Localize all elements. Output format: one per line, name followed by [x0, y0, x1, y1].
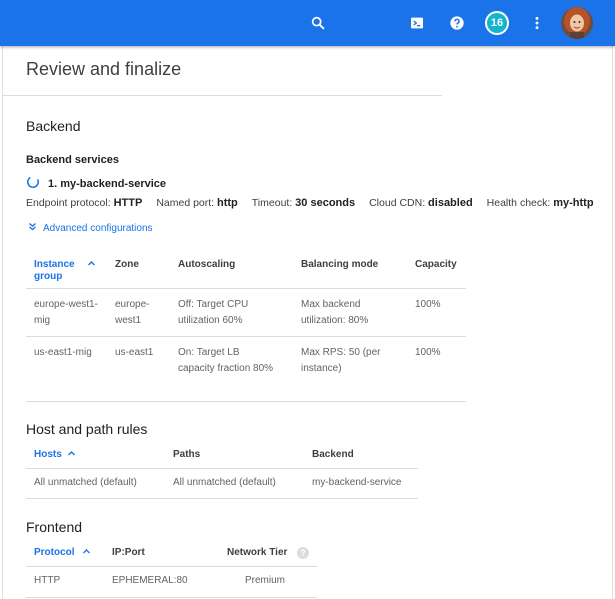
- advanced-configurations-label: Advanced configurations: [43, 222, 153, 234]
- sort-ascending-icon: [82, 547, 91, 559]
- column-header-autoscaling: Autoscaling: [178, 259, 236, 270]
- table-cell: Max RPS: 50 (per instance): [301, 347, 381, 374]
- host-path-rules-table: Hosts Paths Backend All unmatched (defau…: [26, 442, 418, 499]
- timeout-value: 30 seconds: [295, 197, 356, 209]
- column-header-paths: Paths: [173, 449, 201, 460]
- cloud-cdn: Cloud CDN: disabled: [369, 197, 473, 209]
- notifications-badge[interactable]: 16: [485, 11, 509, 35]
- named-port-value: http: [217, 197, 238, 209]
- table-cell: us-east1-mig: [34, 347, 92, 358]
- loading-spinner-icon: [26, 175, 40, 194]
- table-cell: 100%: [415, 299, 441, 310]
- sort-ascending-icon: [67, 449, 76, 461]
- backend-heading: Backend: [26, 118, 81, 134]
- question-mark-icon[interactable]: ?: [297, 547, 309, 559]
- panel-border-left: [2, 46, 3, 599]
- notification-count: 16: [487, 13, 507, 33]
- column-header-network-tier: Network Tier: [227, 547, 288, 558]
- help-icon[interactable]: [445, 11, 469, 35]
- double-chevron-down-icon: [28, 222, 43, 234]
- column-header-capacity: Capacity: [415, 259, 457, 270]
- column-header-balancing-mode: Balancing mode: [301, 259, 379, 270]
- named-port-label: Named port:: [156, 197, 215, 209]
- health-check-value: my-http: [553, 197, 594, 209]
- top-app-bar: 16: [0, 0, 615, 46]
- timeout-label: Timeout:: [251, 197, 293, 209]
- cloud-cdn-value: disabled: [428, 197, 473, 209]
- table-cell: On: Target LB capacity fraction 80%: [178, 347, 274, 374]
- table-cell: my-backend-service: [312, 477, 402, 488]
- table-cell: EPHEMERAL:80: [112, 575, 188, 586]
- table-divider: [26, 468, 418, 469]
- frontend-table: Protocol IP:Port Network Tier ? HTTP EPH…: [26, 540, 317, 599]
- backend-services-heading: Backend services: [26, 154, 119, 166]
- column-header-backend: Backend: [312, 449, 354, 460]
- backend-instances-table: Instance group Zone Autoscaling Balancin…: [26, 252, 466, 402]
- health-check: Health check: my-http: [487, 197, 594, 209]
- table-cell: Off: Target CPU utilization 60%: [178, 299, 249, 326]
- page-title: Review and finalize: [26, 59, 182, 79]
- table-cell: europe-west1: [115, 299, 150, 326]
- panel-border-right: [612, 46, 613, 599]
- avatar[interactable]: [561, 7, 593, 39]
- backend-service-row: 1. my-backend-service: [26, 175, 166, 193]
- hosts-header-label: Hosts: [34, 449, 62, 460]
- table-cell: All unmatched (default): [173, 477, 276, 488]
- health-check-label: Health check:: [486, 197, 551, 209]
- table-divider: [26, 566, 317, 567]
- endpoint-protocol-label: Endpoint protocol:: [26, 197, 111, 209]
- table-cell: Max backend utilization: 80%: [301, 299, 369, 326]
- advanced-configurations-link[interactable]: Advanced configurations: [28, 222, 153, 234]
- table-cell: 100%: [415, 347, 441, 358]
- column-header-protocol[interactable]: Protocol: [34, 547, 75, 559]
- more-vert-icon[interactable]: [525, 11, 549, 35]
- named-port: Named port: http: [156, 197, 237, 209]
- search-icon[interactable]: [306, 11, 330, 35]
- column-header-hosts[interactable]: Hosts: [34, 449, 62, 461]
- endpoint-protocol: Endpoint protocol: HTTP: [26, 197, 142, 209]
- table-divider: [26, 401, 466, 402]
- column-header-ip-port: IP:Port: [112, 547, 145, 558]
- instance-group-header-label: Instance group: [34, 259, 75, 282]
- frontend-heading: Frontend: [26, 519, 83, 535]
- sort-ascending-icon: [87, 259, 96, 271]
- table-divider: [26, 288, 466, 289]
- cloud-shell-icon[interactable]: [405, 11, 429, 35]
- table-divider: [26, 597, 317, 598]
- title-divider: [2, 95, 442, 96]
- backend-service-details: Endpoint protocol: HTTP Named port: http T…: [26, 197, 612, 209]
- timeout: Timeout: 30 seconds: [252, 197, 355, 209]
- table-cell: All unmatched (default): [34, 477, 137, 488]
- backend-service-name: 1. my-backend-service: [48, 178, 167, 190]
- table-divider: [26, 498, 418, 499]
- protocol-header-label: Protocol: [34, 547, 75, 558]
- table-divider: [26, 336, 466, 337]
- host-path-rules-heading: Host and path rules: [26, 421, 148, 437]
- column-header-zone: Zone: [115, 259, 139, 270]
- table-cell: Premium: [245, 575, 286, 586]
- table-cell: us-east1: [115, 347, 154, 358]
- endpoint-protocol-value: HTTP: [113, 197, 143, 209]
- table-cell: HTTP: [34, 575, 61, 586]
- table-cell: europe-west1-mig: [34, 299, 98, 326]
- cloud-cdn-label: Cloud CDN:: [369, 197, 426, 209]
